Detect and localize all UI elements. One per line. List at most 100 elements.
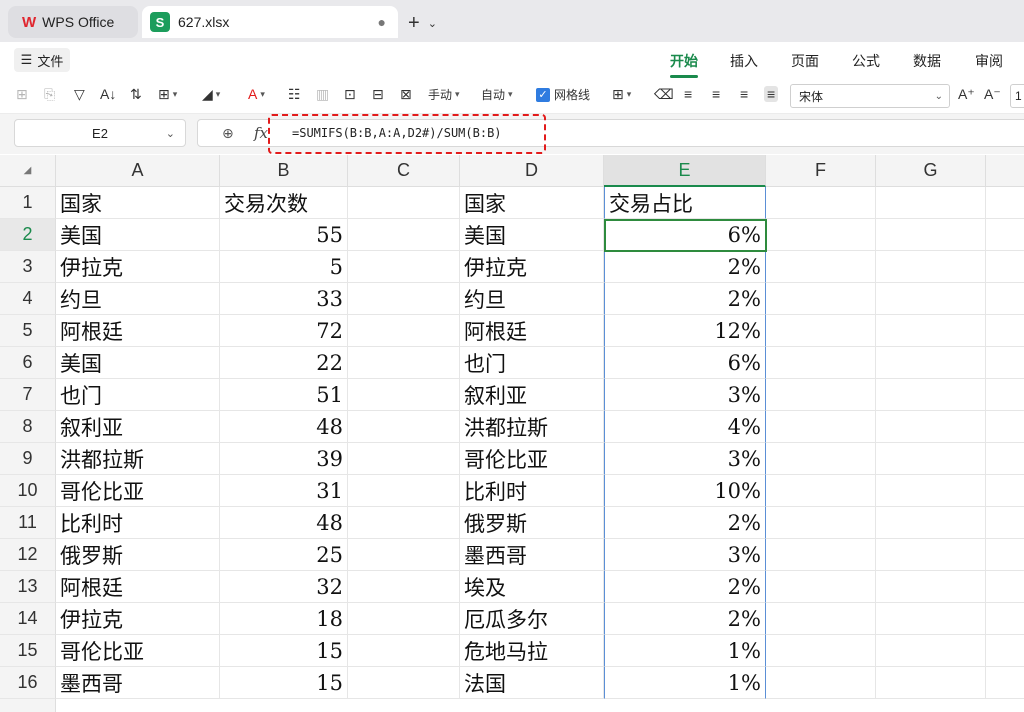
cell-b13[interactable]: 32 [220, 571, 348, 603]
cell-d1[interactable]: 国家 [460, 187, 604, 219]
cell-f2[interactable] [766, 219, 876, 251]
cell-c6[interactable] [348, 347, 460, 379]
paste-icon[interactable]: ⎘ [44, 86, 55, 103]
cell-a16[interactable]: 墨西哥 [56, 667, 220, 699]
row-header-15[interactable]: 15 [0, 635, 56, 667]
cell-e5[interactable]: 12% [604, 315, 766, 347]
cell-f6[interactable] [766, 347, 876, 379]
merge-icon[interactable]: ▥ [316, 86, 329, 103]
clear-format-icon[interactable]: ⌫ [654, 86, 674, 103]
cell-d11[interactable]: 俄罗斯 [460, 507, 604, 539]
cell-e13[interactable]: 2% [604, 571, 766, 603]
align-center-icon[interactable]: ≡ [712, 86, 720, 102]
cell-a5[interactable]: 阿根廷 [56, 315, 220, 347]
column-header-next[interactable] [986, 155, 1024, 187]
zoom-icon[interactable]: ⊕ [222, 125, 234, 142]
cell-d3[interactable]: 伊拉克 [460, 251, 604, 283]
gridlines-checkbox[interactable]: ✓ 网格线 [536, 86, 590, 103]
cell-f9[interactable] [766, 443, 876, 475]
cell-next-13[interactable] [986, 571, 1024, 603]
column-header-c[interactable]: C [348, 155, 460, 187]
cell-b5[interactable]: 72 [220, 315, 348, 347]
cell-d16[interactable]: 法国 [460, 667, 604, 699]
cell-b14[interactable]: 18 [220, 603, 348, 635]
cell-f3[interactable] [766, 251, 876, 283]
cell-c10[interactable] [348, 475, 460, 507]
row-header-3[interactable]: 3 [0, 251, 56, 283]
name-box[interactable]: E2 ⌄ [14, 119, 186, 147]
cell-a12[interactable]: 俄罗斯 [56, 539, 220, 571]
cell-g15[interactable] [876, 635, 986, 667]
new-tab-button[interactable]: + ⌄ [408, 12, 437, 35]
cell-d9[interactable]: 哥伦比亚 [460, 443, 604, 475]
cell-c1[interactable] [348, 187, 460, 219]
select-all-corner[interactable]: ◢ [0, 155, 56, 187]
cell-e4[interactable]: 2% [604, 283, 766, 315]
row-header-5[interactable]: 5 [0, 315, 56, 347]
file-menu-button[interactable]: ☰ 文件 [14, 48, 70, 72]
column-header-g[interactable]: G [876, 155, 986, 187]
cell-next-9[interactable] [986, 443, 1024, 475]
sort-ascending-icon[interactable]: A↓ [100, 86, 116, 102]
cell-g5[interactable] [876, 315, 986, 347]
cell-g2[interactable] [876, 219, 986, 251]
cell-b3[interactable]: 5 [220, 251, 348, 283]
cell-next-12[interactable] [986, 539, 1024, 571]
cell-c7[interactable] [348, 379, 460, 411]
row-header-12[interactable]: 12 [0, 539, 56, 571]
cell-next-6[interactable] [986, 347, 1024, 379]
cell-b1[interactable]: 交易次数 [220, 187, 348, 219]
column-header-d[interactable]: D [460, 155, 604, 187]
cell-next-1[interactable] [986, 187, 1024, 219]
cell-a2[interactable]: 美国 [56, 219, 220, 251]
row-header-1[interactable]: 1 [0, 187, 56, 219]
row-header-10[interactable]: 10 [0, 475, 56, 507]
tab-formula[interactable]: 公式 [852, 51, 880, 71]
cell-e1[interactable]: 交易占比 [604, 187, 766, 219]
cell-g11[interactable] [876, 507, 986, 539]
cell-e3[interactable]: 2% [604, 251, 766, 283]
cell-c4[interactable] [348, 283, 460, 315]
increase-font-icon[interactable]: A⁺ [958, 86, 975, 103]
cell-b9[interactable]: 39 [220, 443, 348, 475]
cell-f13[interactable] [766, 571, 876, 603]
cell-e10[interactable]: 10% [604, 475, 766, 507]
cell-g1[interactable] [876, 187, 986, 219]
cell-d5[interactable]: 阿根廷 [460, 315, 604, 347]
cell-b4[interactable]: 33 [220, 283, 348, 315]
cell-next-7[interactable] [986, 379, 1024, 411]
cell-style-button[interactable]: ⊞ ▾ [612, 86, 631, 103]
cell-e7[interactable]: 3% [604, 379, 766, 411]
tab-home[interactable]: 开始 [670, 51, 698, 71]
cell-next-2[interactable] [986, 219, 1024, 251]
row-header-7[interactable]: 7 [0, 379, 56, 411]
cell-f8[interactable] [766, 411, 876, 443]
align-left-icon[interactable]: ≡ [684, 86, 692, 102]
cell-b6[interactable]: 22 [220, 347, 348, 379]
column-header-b[interactable]: B [220, 155, 348, 187]
cell-a9[interactable]: 洪都拉斯 [56, 443, 220, 475]
cell-a8[interactable]: 叙利亚 [56, 411, 220, 443]
column-header-a[interactable]: A [56, 155, 220, 187]
cell-a1[interactable]: 国家 [56, 187, 220, 219]
cell-f12[interactable] [766, 539, 876, 571]
row-header-9[interactable]: 9 [0, 443, 56, 475]
cell-d7[interactable]: 叙利亚 [460, 379, 604, 411]
row-header-next[interactable] [0, 699, 56, 712]
cell-e16[interactable]: 1% [604, 667, 766, 699]
manual-button[interactable]: 手动 ▾ [428, 86, 460, 103]
row-header-2[interactable]: 2 [0, 219, 56, 251]
cell-g13[interactable] [876, 571, 986, 603]
cell-a6[interactable]: 美国 [56, 347, 220, 379]
fill-color-button[interactable]: ◢ ▾ [202, 86, 220, 103]
cell-next-8[interactable] [986, 411, 1024, 443]
cell-b10[interactable]: 31 [220, 475, 348, 507]
cell-d14[interactable]: 厄瓜多尔 [460, 603, 604, 635]
cell-next-15[interactable] [986, 635, 1024, 667]
cell-c12[interactable] [348, 539, 460, 571]
cell-next-16[interactable] [986, 667, 1024, 699]
cell-c8[interactable] [348, 411, 460, 443]
cell-g4[interactable] [876, 283, 986, 315]
cell-d2[interactable]: 美国 [460, 219, 604, 251]
cell-f10[interactable] [766, 475, 876, 507]
